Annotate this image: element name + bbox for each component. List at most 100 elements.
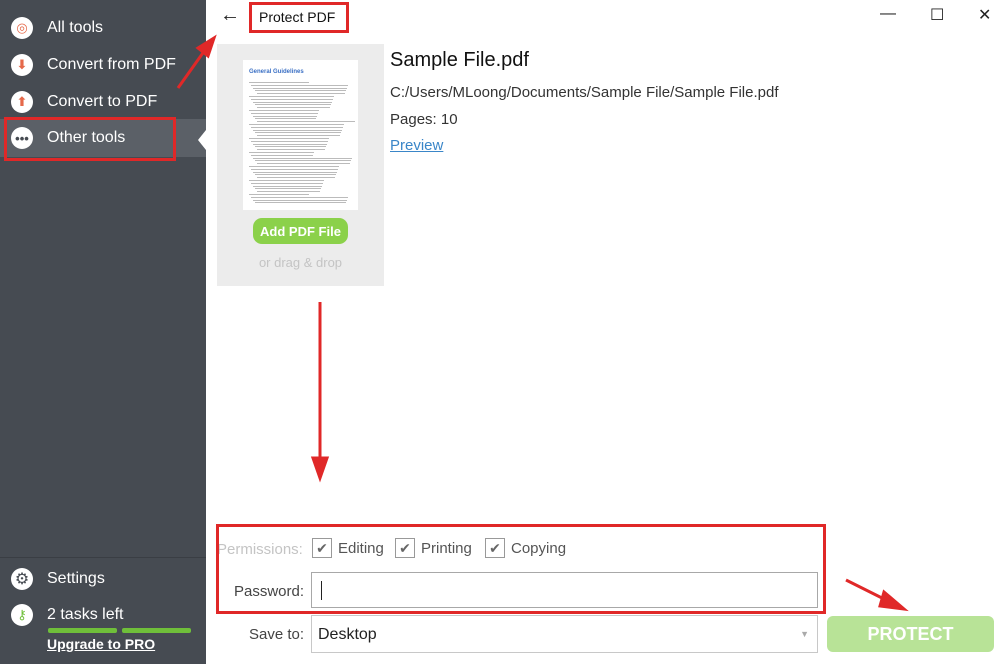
- password-input[interactable]: [311, 572, 818, 608]
- thumb-text-line: [257, 107, 330, 109]
- close-icon[interactable]: ✕: [978, 5, 991, 25]
- printing-checkbox[interactable]: ✔: [395, 538, 415, 558]
- password-label: Password:: [234, 583, 305, 600]
- tasks-status: ⚷ 2 tasks left: [0, 604, 206, 626]
- thumb-text-line: [253, 185, 322, 187]
- nav-convert-to-pdf[interactable]: ⬆ Convert to PDF: [0, 83, 206, 120]
- thumb-text-line: [255, 160, 351, 162]
- thumb-text-line: [255, 132, 341, 134]
- thumb-text-line: [257, 177, 335, 179]
- nav-label: Convert to PDF: [47, 92, 158, 110]
- thumb-text-line: [251, 168, 338, 170]
- editing-checkbox[interactable]: ✔: [312, 538, 332, 558]
- task-bar-1: [48, 628, 117, 633]
- thumb-text-line: [255, 202, 346, 204]
- thumb-text-line: [253, 87, 347, 89]
- copying-checkbox[interactable]: ✔: [485, 538, 505, 558]
- nav-label: Convert from PDF: [47, 55, 176, 73]
- copying-label: Copying: [511, 540, 567, 557]
- key-icon: ⚷: [11, 604, 33, 626]
- drop-zone[interactable]: General Guidelines Add PDF File or drag …: [217, 44, 384, 286]
- sidebar: ◎ All tools ⬇ Convert from PDF ⬆ Convert to…: [0, 0, 206, 664]
- arrow-down-icon: ⬇: [11, 53, 33, 76]
- thumb-text-line: [251, 182, 323, 184]
- thumb-text-line: [255, 118, 316, 120]
- arrow-up-icon: ⬆: [11, 90, 33, 113]
- text-cursor: [321, 581, 322, 600]
- thumb-text-line: [255, 188, 321, 190]
- add-pdf-file-button[interactable]: Add PDF File: [253, 218, 348, 244]
- spiral-icon: ◎: [11, 16, 33, 39]
- thumb-text-line: [253, 129, 342, 131]
- annotation-arrowhead: [310, 456, 330, 483]
- thumb-text-line: [251, 98, 333, 100]
- protect-button[interactable]: PROTECT: [827, 616, 994, 652]
- save-to-label: Save to:: [249, 626, 305, 643]
- back-arrow-icon[interactable]: ←: [220, 4, 240, 27]
- drag-drop-hint: or drag & drop: [258, 255, 343, 270]
- thumb-text-line: [253, 143, 327, 145]
- maximize-icon[interactable]: ☐: [930, 5, 944, 25]
- thumb-text-line: [251, 126, 343, 128]
- thumb-text-line: [249, 124, 344, 125]
- thumb-text-line: [249, 166, 339, 167]
- thumb-text-line: [251, 112, 318, 114]
- thumb-text-line: [257, 93, 345, 95]
- thumb-text-line: [255, 174, 336, 176]
- thumb-text-line: [253, 157, 352, 159]
- thumb-text-line: [249, 152, 314, 153]
- save-to-select[interactable]: Desktop ▼: [311, 615, 818, 653]
- task-bar-2: [122, 628, 191, 633]
- upgrade-link[interactable]: Upgrade to PRO: [47, 636, 155, 652]
- preview-link[interactable]: Preview: [390, 137, 443, 154]
- thumb-text-line: [253, 115, 317, 117]
- thumb-text-line: [249, 96, 334, 97]
- thumb-text-line: [253, 171, 337, 173]
- chevron-down-icon: ▼: [800, 629, 809, 639]
- nav-label: Other tools: [47, 129, 126, 146]
- minimize-icon[interactable]: —: [880, 5, 896, 23]
- gear-icon: ⚙: [11, 568, 33, 590]
- nav-all-tools[interactable]: ◎ All tools: [0, 9, 206, 46]
- thumb-text-line: [253, 101, 332, 103]
- more-icon: •••: [11, 127, 33, 149]
- pdf-thumbnail: General Guidelines: [243, 60, 358, 210]
- thumb-text-line: [255, 90, 346, 92]
- thumb-text-line: [249, 194, 309, 195]
- thumb-text-line: [249, 138, 329, 139]
- thumb-text-line: [255, 104, 331, 106]
- thumb-text-line: [251, 84, 348, 86]
- thumb-heading: General Guidelines: [249, 69, 304, 75]
- thumb-text-line: [257, 149, 325, 151]
- thumb-text-line: [255, 146, 326, 148]
- thumb-text-line: [249, 180, 324, 181]
- file-name: Sample File.pdf: [390, 49, 529, 71]
- nav-convert-from-pdf[interactable]: ⬇ Convert from PDF: [0, 46, 206, 83]
- tasks-left-label: 2 tasks left: [47, 606, 124, 623]
- editing-label: Editing: [338, 540, 384, 557]
- nav-label: All tools: [47, 18, 104, 36]
- thumb-text-line: [249, 110, 319, 111]
- annotation-arrowhead: [878, 589, 909, 612]
- divider: [0, 557, 206, 558]
- page-title: Protect PDF: [259, 9, 336, 25]
- thumb-text-line: [257, 135, 340, 137]
- permissions-label: Permissions:: [217, 541, 303, 558]
- thumb-text-line: [251, 196, 348, 198]
- thumb-text-line: [257, 163, 350, 165]
- thumb-text-line: [251, 154, 313, 156]
- annotation-arrow: [845, 578, 889, 603]
- file-pages: Pages: 10: [390, 111, 458, 128]
- settings-label: Settings: [47, 570, 105, 587]
- printing-label: Printing: [421, 540, 472, 557]
- save-to-value: Desktop: [318, 626, 377, 643]
- thumb-text-line: [249, 82, 309, 83]
- thumb-text-line: [253, 199, 347, 201]
- thumb-text-line: [251, 140, 328, 142]
- file-path: C:/Users/MLoong/Documents/Sample File/Sa…: [390, 84, 779, 101]
- thumb-text-line: [257, 191, 320, 193]
- selection-caret: [198, 130, 206, 150]
- settings-button[interactable]: ⚙ Settings: [0, 568, 206, 590]
- thumb-text-line: [257, 121, 355, 123]
- nav-other-tools[interactable]: ••• Other tools: [0, 119, 206, 157]
